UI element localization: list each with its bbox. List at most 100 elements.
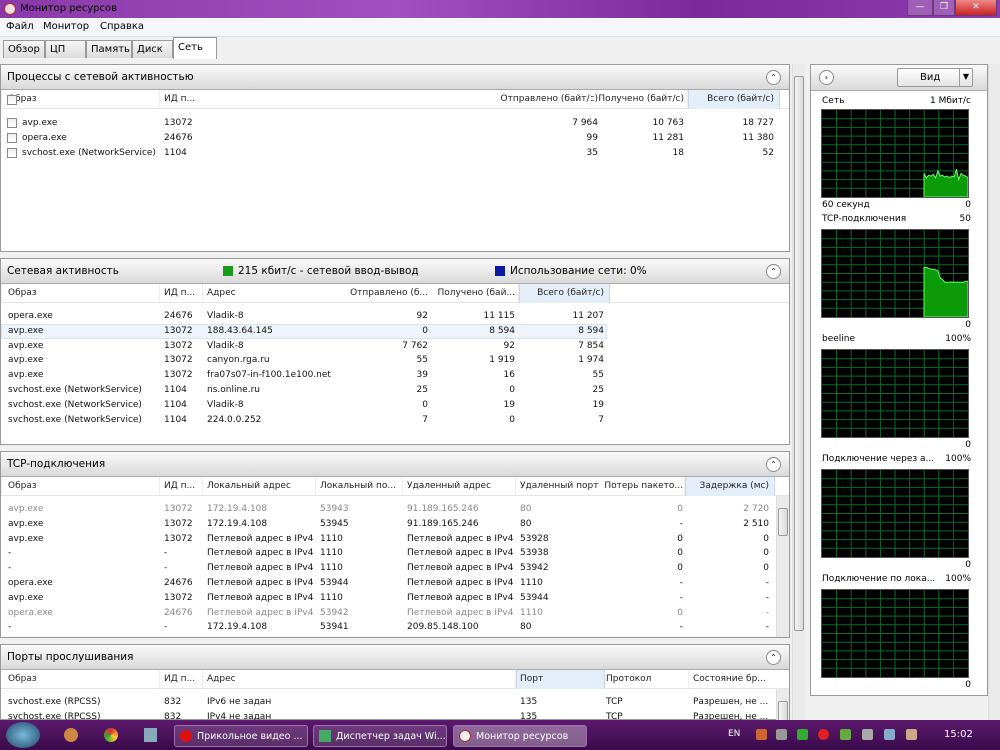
column-header[interactable]: ИД п... — [164, 481, 195, 491]
tray-icon[interactable] — [776, 729, 787, 740]
tray-icon[interactable] — [756, 729, 767, 740]
column-header[interactable]: ИД п... — [164, 288, 195, 298]
column-header[interactable]: ИД п... — [164, 94, 195, 104]
column-header[interactable]: Локальный адрес — [207, 481, 291, 491]
gimp-icon[interactable] — [64, 728, 78, 742]
tab-cpu[interactable]: ЦП — [45, 40, 86, 58]
table-cell: 8 594 — [489, 325, 515, 336]
column-header[interactable]: Состояние бр... — [693, 674, 766, 684]
menu-file[interactable]: Файл — [6, 21, 34, 32]
column-header[interactable]: Образ — [8, 288, 37, 298]
chevron-down-icon[interactable]: ▼ — [959, 69, 972, 86]
collapse-button[interactable]: ⌃ — [766, 70, 781, 85]
table-row[interactable] — [1, 339, 771, 354]
column-header[interactable]: Образ — [8, 481, 37, 491]
processes-header[interactable]: Процессы с сетевой активностью ⌃ — [1, 65, 789, 90]
column-header[interactable]: Удаленный адрес — [407, 481, 491, 491]
ports-scrollbar[interactable] — [776, 689, 789, 721]
language-indicator[interactable]: EN — [728, 729, 740, 739]
column-header[interactable]: Отправлено (байт/с) — [501, 94, 598, 104]
network-tray-icon[interactable] — [862, 729, 873, 740]
column-header[interactable]: Адрес — [207, 674, 236, 684]
column-header[interactable]: Образ — [8, 674, 37, 684]
table-row[interactable] — [1, 368, 771, 383]
maximize-button[interactable]: ❐ — [933, 0, 955, 16]
column-header[interactable]: Получено (байт/с) — [598, 94, 684, 104]
select-all-checkbox[interactable] — [7, 95, 17, 105]
view-dropdown[interactable]: Вид ▼ — [897, 68, 973, 87]
column-header[interactable]: ИД п... — [164, 674, 195, 684]
table-cell: 1110 — [520, 578, 543, 588]
expand-arrow-icon[interactable]: › — [819, 70, 834, 85]
tray-icon[interactable] — [840, 729, 851, 740]
clock[interactable]: 15:02 — [944, 729, 973, 740]
table-row[interactable] — [1, 309, 771, 324]
tab-memory[interactable]: Память — [86, 40, 132, 58]
network-activity-header[interactable]: Сетевая активность 215 кбит/с - сетевой … — [1, 259, 789, 284]
table-row[interactable] — [1, 591, 771, 606]
main-scrollbar[interactable] — [792, 64, 805, 720]
column-header[interactable]: Потерь пакето... — [604, 481, 683, 491]
close-button[interactable]: ✕ — [955, 0, 997, 16]
column-header[interactable]: Порт — [520, 674, 543, 684]
table-cell: 53942 — [320, 607, 349, 618]
tray-icon[interactable] — [818, 729, 829, 740]
collapse-button[interactable]: ⌃ — [766, 264, 781, 279]
table-row[interactable] — [1, 532, 771, 547]
table-row[interactable] — [1, 576, 771, 591]
table-row[interactable] — [1, 695, 771, 710]
tray-icon[interactable] — [797, 729, 808, 740]
table-cell: 16 — [503, 370, 515, 381]
table-row[interactable] — [1, 620, 771, 635]
scroll-thumb[interactable] — [778, 701, 788, 721]
row-checkbox[interactable] — [7, 133, 17, 143]
table-cell: 7 964 — [572, 118, 598, 128]
column-header[interactable]: Удаленный порт — [520, 481, 598, 491]
column-header[interactable]: Получено (бай... — [438, 288, 515, 298]
volume-muted-icon[interactable] — [906, 729, 917, 740]
column-header[interactable]: Задержка (мс) — [700, 481, 769, 491]
tab-disk[interactable]: Диск — [132, 40, 173, 58]
ports-header[interactable]: Порты прослушивания ⌃ — [1, 645, 789, 670]
tcp-header[interactable]: TCP-подключения ⌃ — [1, 452, 789, 477]
explorer-icon[interactable] — [144, 728, 157, 742]
table-row[interactable] — [1, 324, 771, 339]
table-row[interactable] — [1, 517, 771, 532]
table-cell: 13072 — [164, 355, 193, 366]
table-row[interactable] — [1, 606, 771, 621]
column-header[interactable]: Всего (байт/с) — [537, 288, 604, 298]
table-cell: Петлевой адрес в IPv4 — [407, 578, 514, 588]
table-cell: svchost.exe (RPCSS) — [8, 697, 101, 707]
start-button[interactable] — [6, 722, 40, 748]
collapse-button[interactable]: ⌃ — [766, 650, 781, 665]
menu-help[interactable]: Справка — [100, 21, 144, 32]
table-cell: 832 — [164, 697, 182, 707]
column-header[interactable]: Всего (байт/с) — [707, 94, 774, 104]
chrome-icon[interactable] — [104, 728, 118, 742]
table-cell: 91.189.165.246 — [407, 518, 479, 529]
minimize-button[interactable]: — — [907, 0, 933, 16]
table-row[interactable] — [1, 561, 771, 576]
column-header[interactable]: Локальный по... — [320, 481, 396, 491]
table-row[interactable] — [1, 353, 771, 368]
column-header[interactable]: Протокол — [606, 674, 651, 684]
tab-overview[interactable]: Обзор — [3, 40, 45, 58]
menu-monitor[interactable]: Монитор — [43, 21, 89, 32]
scroll-thumb[interactable] — [794, 76, 804, 631]
column-header[interactable]: Адрес — [207, 288, 236, 298]
right-scrollbar[interactable] — [988, 64, 1000, 720]
row-checkbox[interactable] — [7, 148, 17, 158]
table-row[interactable] — [1, 502, 771, 517]
row-checkbox[interactable] — [7, 118, 17, 128]
taskbar-item-opera[interactable]: Прикольное видео ... — [174, 725, 308, 747]
tcp-scrollbar[interactable] — [776, 496, 789, 637]
column-header[interactable]: Отправлено (б... — [350, 288, 428, 298]
tab-network[interactable]: Сеть — [173, 37, 217, 59]
tray-icon[interactable] — [884, 729, 895, 740]
scroll-thumb[interactable] — [778, 508, 788, 536]
taskbar-item-resource-monitor[interactable]: Монитор ресурсов — [453, 725, 587, 747]
collapse-button[interactable]: ⌃ — [766, 457, 781, 472]
table-cell: svchost.exe (NetworkService) — [8, 385, 142, 395]
taskbar-item-task-manager[interactable]: Диспетчер задач Wi... — [313, 725, 447, 747]
table-row[interactable] — [1, 546, 771, 561]
